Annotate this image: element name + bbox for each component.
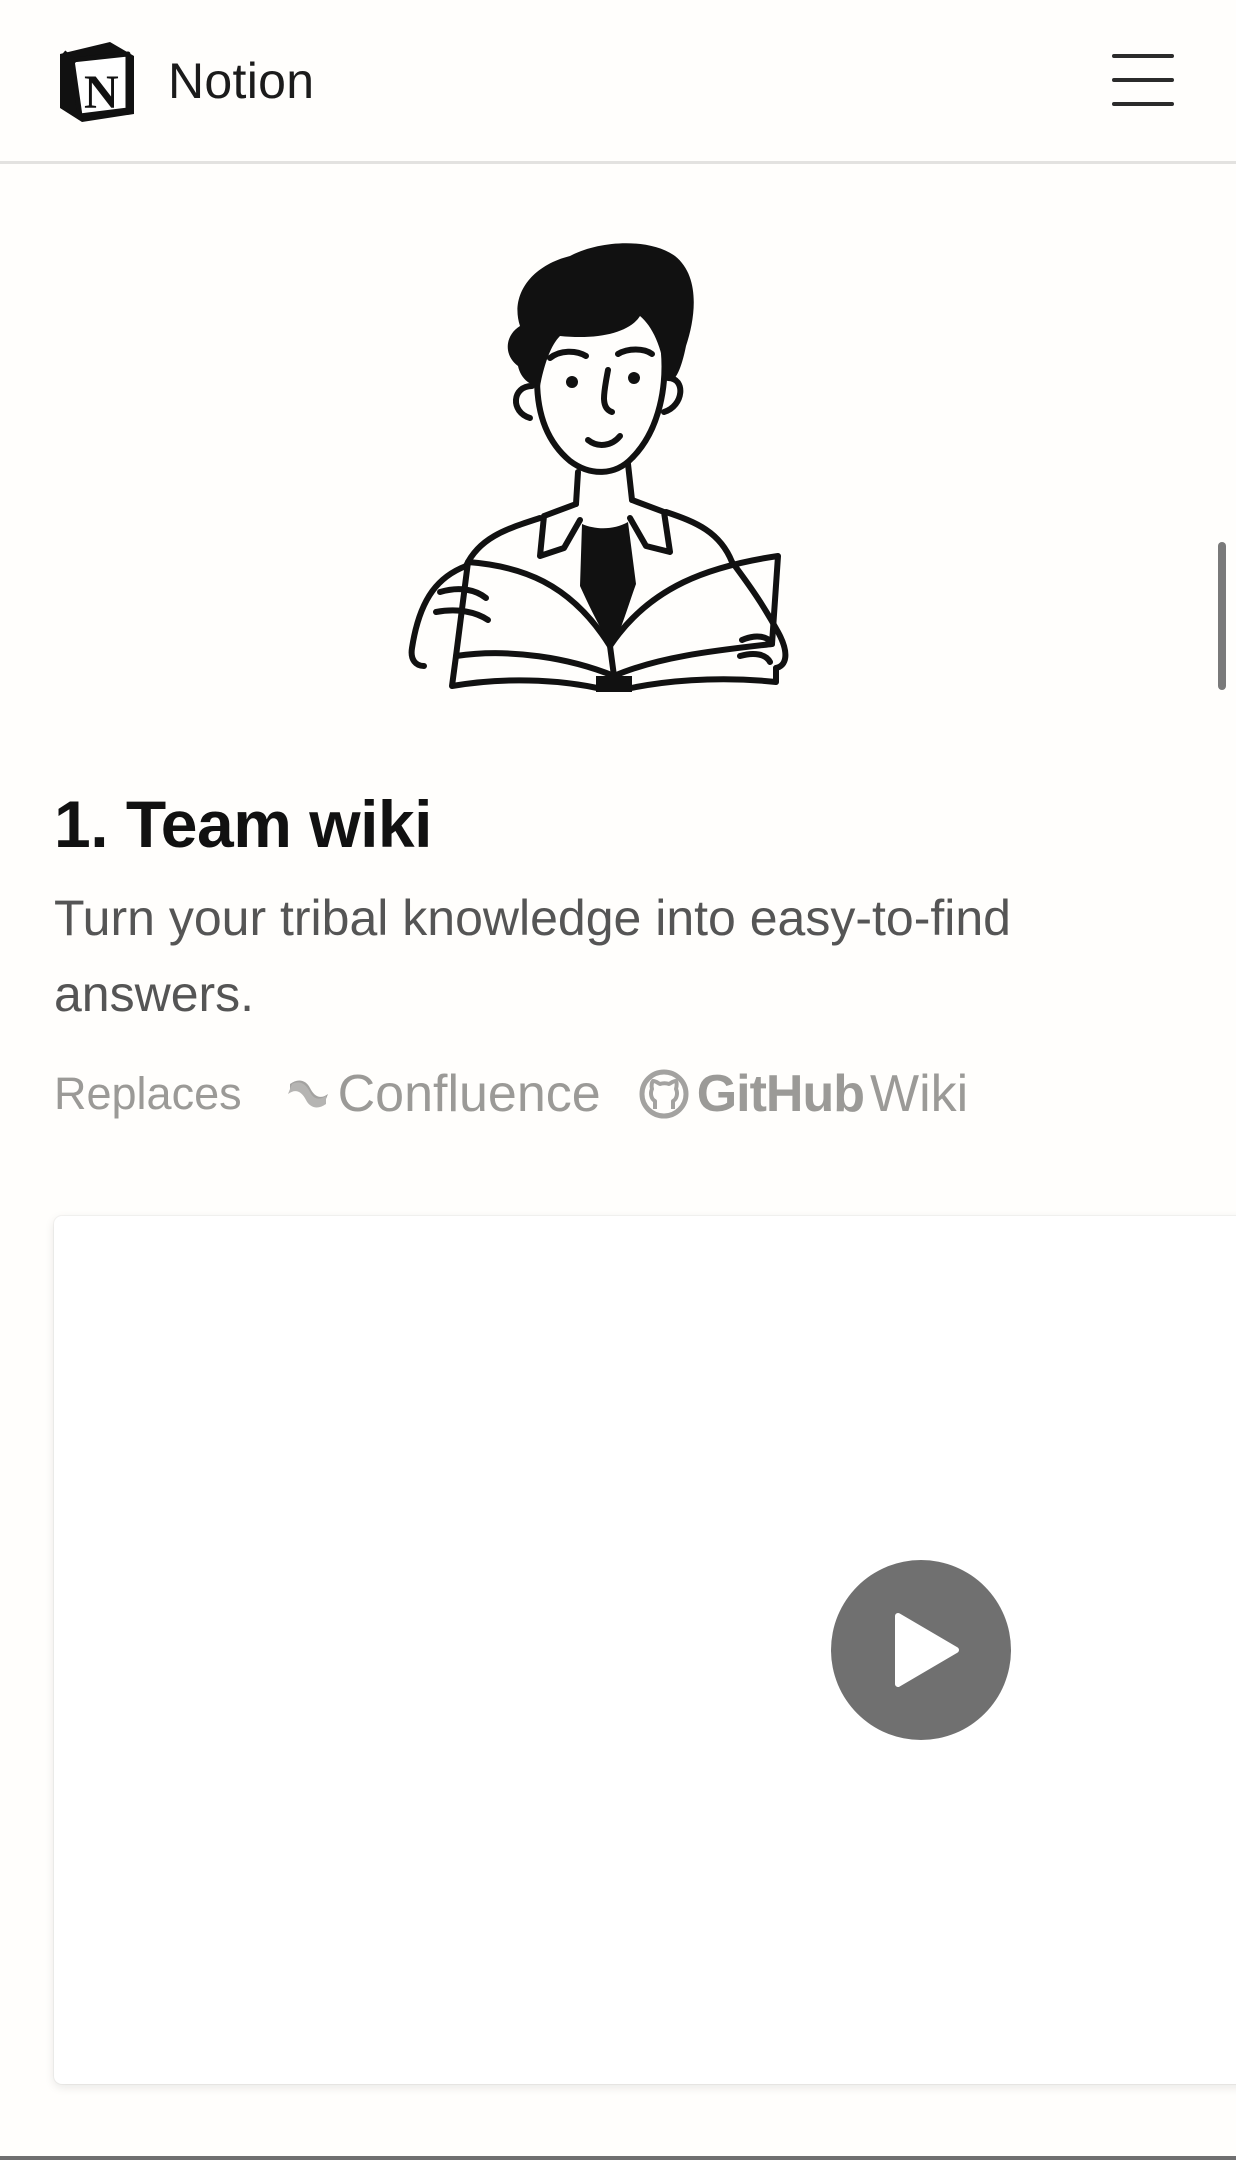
video-card[interactable] <box>54 1216 1236 2084</box>
replace-item-confluence: Confluence <box>286 1064 601 1124</box>
wiki-name: Wiki <box>869 1065 969 1123</box>
replaces-label: Replaces <box>54 1068 242 1119</box>
top-nav: N Notion <box>0 0 1236 164</box>
replaces-row: Replaces Confluence GitHub Wiki <box>54 1062 1006 1126</box>
reading-person-illustration <box>408 243 789 692</box>
replace-item-github-wiki: GitHub Wiki <box>639 1064 968 1124</box>
svg-text:N: N <box>84 66 119 119</box>
scrollbar-thumb[interactable] <box>1218 542 1226 690</box>
github-icon <box>639 1069 689 1119</box>
divider <box>0 2156 1236 2160</box>
section-subtitle: Turn your tribal knowledge into easy-to-… <box>54 890 1011 1022</box>
play-button[interactable] <box>831 1560 1011 1740</box>
confluence-icon <box>287 1080 328 1108</box>
notion-logo-icon[interactable]: N <box>54 38 138 124</box>
confluence-name: Confluence <box>337 1065 601 1123</box>
section-title: 1. Team wiki <box>54 787 432 861</box>
play-icon <box>895 1613 959 1687</box>
hamburger-menu-icon[interactable] <box>1112 54 1174 106</box>
brand-name[interactable]: Notion <box>168 52 314 110</box>
github-name: GitHub <box>696 1065 865 1123</box>
